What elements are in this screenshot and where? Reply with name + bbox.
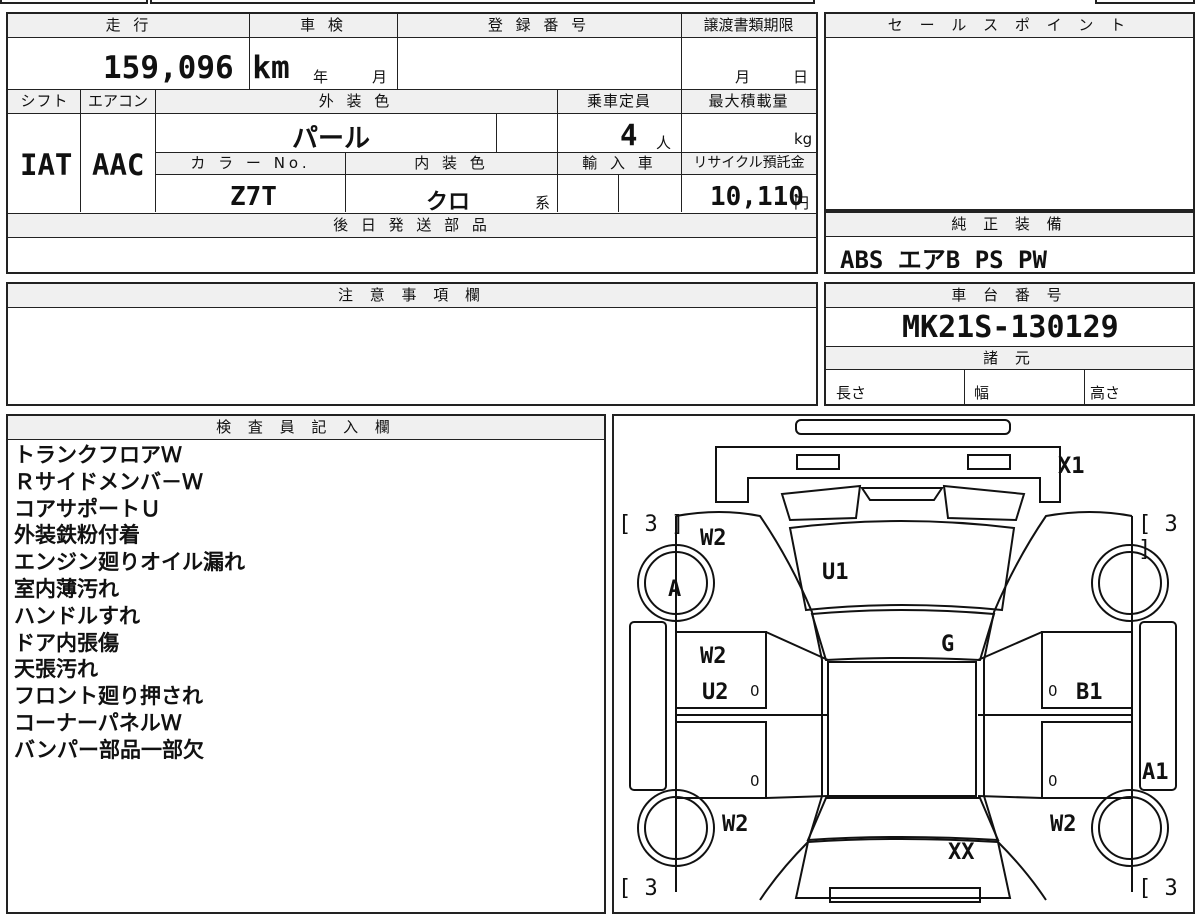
mark-g: G <box>941 632 955 657</box>
equipment-value: ABS エアB PS PW <box>840 246 1047 274</box>
later-parts-header: 後 日 発 送 部 品 <box>8 214 816 238</box>
max-load-header: 最大積載量 <box>681 90 816 114</box>
mark-u2: U2 <box>702 680 729 705</box>
inspector-header: 検 査 員 記 入 欄 <box>8 416 604 440</box>
max-load-unit: kg <box>794 130 813 148</box>
ext-color-value: パール <box>292 124 371 154</box>
ac-header: エアコン <box>81 90 155 114</box>
recycle-unit: 円 <box>794 194 810 212</box>
registration-header: 登 録 番 号 <box>397 14 681 38</box>
note-item: コアサポートＵ <box>14 496 161 521</box>
note-item: 外装鉄粉付着 <box>14 523 140 548</box>
ext-color-header: 外 装 色 <box>155 90 557 114</box>
sales-point-header: セ ー ル ス ポ イ ン ト <box>826 14 1193 38</box>
mark-w2-rear-left: W2 <box>700 526 727 551</box>
chassis-box: 車 台 番 号 MK21S-130129 諸 元 長さ 幅 高さ <box>824 282 1195 406</box>
tire-depth-rear-left: [ 3 ] <box>618 512 685 537</box>
transfer-day-unit: 日 <box>793 68 809 86</box>
top-strip-mid <box>150 0 815 4</box>
shift-header: シフト <box>8 90 81 114</box>
note-item: エンジン廻りオイル漏れ <box>14 550 245 575</box>
top-strip-left <box>0 0 148 4</box>
mark-u1: U1 <box>822 560 849 585</box>
note-item: トランクフロアＷ <box>14 443 182 467</box>
import-header: 輸 入 車 <box>558 153 681 175</box>
inspector-box: 検 査 員 記 入 欄 トランクフロアＷ Ｒサイドメンバ－Ｗ コアサポートＵ 外… <box>6 414 606 914</box>
mark-zero: 0 <box>750 772 760 790</box>
caution-header: 注 意 事 項 欄 <box>8 284 816 308</box>
recycle-value: 10,110 <box>710 182 804 212</box>
mark-zero: 0 <box>1048 772 1058 790</box>
mark-zero: 0 <box>750 682 760 700</box>
mark-zero: 0 <box>1048 682 1058 700</box>
capacity-header: 乗車定員 <box>557 90 681 114</box>
top-strip-right <box>1095 0 1195 4</box>
caution-box: 注 意 事 項 欄 <box>6 282 818 406</box>
shaken-year-unit: 年 <box>313 68 329 86</box>
width-label: 幅 <box>974 384 990 402</box>
damage-diagram-box: X1 W2 U1 A G W2 U2 B1 A1 W2 W2 XX 0 0 0 … <box>612 414 1195 914</box>
tire-depth-front-left: [ 3 <box>618 876 658 901</box>
transfer-month-unit: 月 <box>735 68 751 86</box>
mark-xx: XX <box>948 840 975 865</box>
mark-w2-front-left: W2 <box>722 812 749 837</box>
height-label: 高さ <box>1090 384 1121 402</box>
note-item: バンパー部品一部欠 <box>14 737 205 762</box>
spec-header: 諸 元 <box>826 346 1193 370</box>
equipment-box: 純 正 装 備 ABS エアB PS PW <box>824 211 1195 274</box>
mark-w2-mid-left: W2 <box>700 644 727 669</box>
capacity-value: 4 <box>620 118 638 152</box>
vehicle-info-table: 走 行 車 検 登 録 番 号 譲渡書類期限 159,096 km 年 月 月 … <box>6 12 818 274</box>
sales-point-box: セ ー ル ス ポ イ ン ト <box>824 12 1195 211</box>
mark-b1: B1 <box>1076 680 1103 705</box>
tire-depth-front-right: [ 3 <box>1138 876 1178 901</box>
note-item: フロント廻り押され <box>14 684 203 709</box>
note-item: Ｒサイドメンバ－Ｗ <box>14 469 203 494</box>
int-color-value: クロ <box>426 190 471 215</box>
int-color-suffix: 系 <box>535 194 551 212</box>
length-label: 長さ <box>836 384 867 402</box>
note-item: ドア内張傷 <box>14 630 119 655</box>
mileage-value: 159,096 km <box>103 50 290 86</box>
chassis-header: 車 台 番 号 <box>826 284 1193 308</box>
note-item: 室内薄汚れ <box>14 576 119 601</box>
capacity-unit: 人 <box>656 134 672 152</box>
color-no-header: カ ラ ー No. <box>156 153 345 175</box>
inspector-notes: トランクフロアＷ Ｒサイドメンバ－Ｗ コアサポートＵ 外装鉄粉付着 エンジン廻り… <box>14 442 245 764</box>
tire-depth-rear-right: [ 3 ] <box>1138 512 1178 562</box>
mark-w2-front-right: W2 <box>1050 812 1077 837</box>
note-item: ハンドルすれ <box>14 603 140 628</box>
note-item: コーナーパネルＷ <box>14 710 182 735</box>
mileage-header: 走 行 <box>8 14 250 38</box>
transfer-deadline-header: 譲渡書類期限 <box>681 14 816 38</box>
shift-value: IAT <box>20 148 73 182</box>
mark-a1: A1 <box>1142 760 1169 785</box>
shaken-month-unit: 月 <box>372 68 388 86</box>
recycle-header: リサイクル預託金 <box>682 153 816 175</box>
equipment-header: 純 正 装 備 <box>826 213 1193 237</box>
color-no-value: Z7T <box>230 182 277 212</box>
mark-a: A <box>668 577 682 602</box>
ac-value: AAC <box>92 148 145 182</box>
chassis-number: MK21S-130129 <box>902 310 1119 345</box>
int-color-header: 内 装 色 <box>346 153 557 175</box>
mark-x1: X1 <box>1058 454 1085 479</box>
note-item: 天張汚れ <box>14 657 98 682</box>
shaken-header: 車 検 <box>250 14 397 38</box>
